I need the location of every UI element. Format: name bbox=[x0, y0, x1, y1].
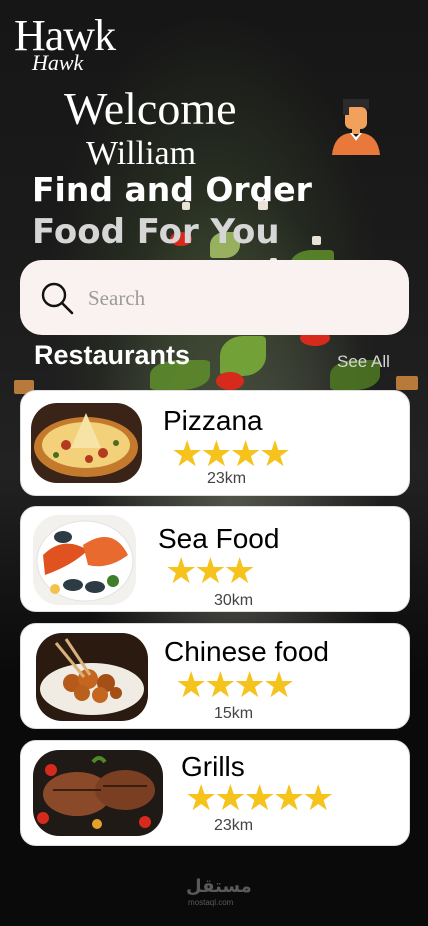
search-bar[interactable] bbox=[20, 260, 409, 335]
crouton-decoration bbox=[312, 236, 321, 245]
headline-line-2: Food For You bbox=[32, 212, 280, 252]
section-title-restaurants: Restaurants bbox=[34, 340, 191, 370]
watermark-latin: mostaql.com bbox=[188, 898, 234, 907]
user-name: William bbox=[86, 135, 197, 172]
headline-line-1: Find and Order bbox=[32, 170, 312, 209]
watermark-arabic: مستقل bbox=[186, 876, 252, 897]
seafood-image bbox=[33, 515, 136, 605]
grills-image bbox=[33, 750, 163, 836]
user-avatar-icon[interactable] bbox=[330, 97, 382, 157]
restaurant-card-sea-food[interactable]: Sea Food ★★★ 30km bbox=[20, 506, 410, 612]
rating-stars: ★★★★★ bbox=[185, 777, 334, 818]
distance-label: 15km bbox=[214, 705, 254, 722]
welcome-heading: Welcome bbox=[64, 83, 237, 134]
restaurant-card-chinese-food[interactable]: Chinese food ★★★★ 15km bbox=[20, 623, 410, 729]
restaurant-card-grills[interactable]: Grills ★★★★★ 23km bbox=[20, 740, 410, 846]
see-all-link[interactable]: See All bbox=[337, 352, 390, 372]
brand-logo-script: Hawk bbox=[32, 50, 84, 75]
tomato-decoration bbox=[216, 372, 244, 390]
distance-label: 23km bbox=[207, 470, 247, 487]
rating-stars: ★★★★ bbox=[175, 664, 295, 705]
rating-stars: ★★★★ bbox=[171, 433, 291, 474]
rating-stars: ★★★ bbox=[165, 550, 256, 591]
restaurant-card-pizzana[interactable]: Pizzana ★★★★ 23km bbox=[20, 390, 410, 496]
search-input[interactable] bbox=[86, 282, 390, 314]
wooden-spoon-decoration bbox=[396, 376, 418, 390]
distance-label: 30km bbox=[214, 592, 254, 609]
search-icon bbox=[41, 282, 74, 315]
pizza-image bbox=[31, 403, 142, 483]
leaf-decoration bbox=[220, 336, 266, 376]
chinese-food-image bbox=[36, 633, 148, 721]
distance-label: 23km bbox=[214, 817, 254, 834]
